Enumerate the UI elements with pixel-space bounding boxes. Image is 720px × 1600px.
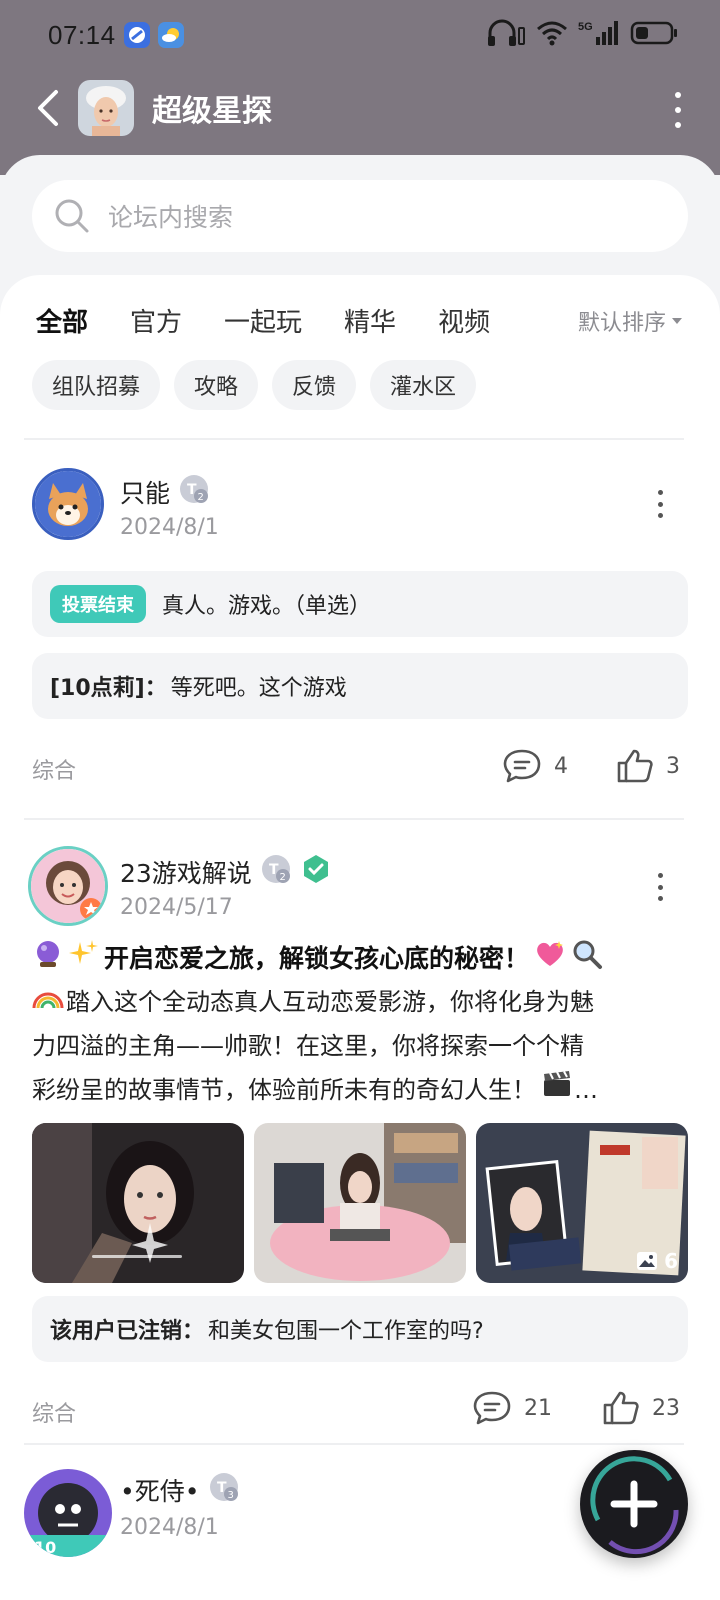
post-title[interactable]: 开启恋爱之旅，解锁女孩心底的秘密！ [32, 938, 692, 976]
svg-text:3: 3 [227, 1490, 233, 1501]
search-input[interactable]: 论坛内搜索 [32, 180, 688, 252]
tab-video[interactable]: 视频 [438, 302, 490, 339]
caret-down-icon [672, 318, 682, 324]
verified-badge-icon [300, 853, 332, 891]
reply-preview[interactable]: [10点莉]： 等死吧。这个游戏 [32, 653, 688, 719]
level-badge-icon: T3 [208, 1471, 240, 1509]
divider [24, 438, 684, 440]
thumbs-up-icon [603, 1391, 639, 1425]
level-badge-icon: T2 [178, 473, 210, 511]
crystal-ball-icon [32, 938, 64, 976]
vote-box[interactable]: 投票结束 真人。游戏。（单选） [32, 571, 688, 637]
post-category: 综合 [32, 759, 77, 784]
post-date: 2024/8/1 [120, 1515, 219, 1540]
comment-count: 4 [554, 753, 568, 779]
status-bar: 07:14 5G [48, 18, 680, 52]
level-badge-icon: T2 [260, 853, 292, 891]
status-time: 07:14 [48, 19, 116, 50]
post-body-line: 彩纷呈的故事情节，体验前所未有的奇幻人生！ [32, 1076, 536, 1104]
title-bar: 超级星探 [0, 78, 720, 138]
search-icon [55, 199, 89, 233]
reply-preview[interactable]: 该用户已注销： 和美女包围一个工作室的吗? [32, 1296, 688, 1362]
app-notification-icon [123, 22, 150, 48]
comment-icon [503, 749, 541, 783]
post-images: 6 [32, 1123, 688, 1283]
author-name[interactable]: 23游戏解说 T2 [120, 853, 332, 891]
reply-text: 等死吧。这个游戏 [170, 676, 347, 701]
battery-icon [630, 20, 680, 50]
tab-play-together[interactable]: 一起玩 [224, 302, 302, 339]
chip-guides[interactable]: 攻略 [174, 360, 259, 410]
thumbs-up-icon [617, 749, 653, 783]
content-panel: 全部 官方 一起玩 精华 视频 默认排序 组队招募 攻略 反馈 灌水区 只能 T… [0, 275, 720, 1600]
post-image[interactable] [254, 1123, 466, 1283]
post-image[interactable] [32, 1123, 244, 1283]
more-options-button[interactable] [672, 92, 684, 128]
svg-text:2: 2 [198, 492, 204, 503]
tab-official[interactable]: 官方 [130, 302, 182, 339]
author-name[interactable]: 只能 T2 [120, 473, 210, 511]
like-count: 23 [652, 1395, 680, 1421]
chip-feedback[interactable]: 反馈 [272, 360, 357, 410]
post-image[interactable]: 6 [476, 1123, 688, 1283]
author-avatar[interactable] [32, 468, 104, 540]
reply-text: 和美女包围一个工作室的吗? [208, 1319, 484, 1344]
author-name[interactable]: •死侍• T3 [120, 1471, 240, 1509]
comment-button[interactable]: 4 [502, 748, 568, 784]
vote-status-badge: 投票结束 [50, 585, 146, 623]
forum-title: 超级星探 [152, 94, 272, 129]
back-button[interactable] [18, 78, 78, 138]
sparkling-heart-icon [533, 938, 567, 976]
forum-sheet: 论坛内搜索 全部 官方 一起玩 精华 视频 默认排序 组队招募 攻略 反馈 灌水… [0, 155, 720, 1600]
post-body[interactable]: 踏入这个全动态真人互动恋爱影游，你将化身为魅 力四溢的主角——帅歌！在这里，你将… [32, 980, 692, 1112]
like-count: 3 [666, 753, 680, 779]
headphones-icon [486, 18, 526, 52]
like-button[interactable]: 3 [616, 748, 680, 784]
post-date: 2024/5/17 [120, 895, 233, 920]
comment-count: 21 [524, 1395, 552, 1421]
chip-team-recruit[interactable]: 组队招募 [32, 360, 161, 410]
divider [24, 1443, 684, 1445]
signal-5g-icon: 5G [578, 19, 620, 51]
post-date: 2024/8/1 [120, 515, 219, 540]
tab-bar: 全部 官方 一起玩 精华 视频 默认排序 [36, 295, 684, 345]
svg-text:10: 10 [34, 1538, 56, 1557]
wifi-icon [536, 20, 568, 50]
svg-text:2: 2 [279, 872, 285, 883]
divider [24, 818, 684, 820]
rainbow-icon [32, 980, 64, 1024]
gallery-icon [637, 1252, 658, 1270]
sort-dropdown[interactable]: 默认排序 [578, 305, 684, 337]
magnifier-icon [571, 938, 603, 976]
forum-avatar [78, 80, 134, 136]
author-avatar[interactable] [28, 846, 108, 926]
vote-title: 真人。游戏。（单选） [162, 594, 372, 619]
header-bar: 07:14 5G 超级星探 [0, 0, 720, 175]
reply-author: [10点莉]： [50, 676, 167, 701]
image-count-badge: 6 [636, 1249, 678, 1273]
category-chips: 组队招募 攻略 反馈 灌水区 [32, 360, 477, 410]
author-avatar[interactable]: 10 [24, 1469, 112, 1557]
weather-notification-icon [157, 22, 184, 48]
clapper-board-icon [542, 1068, 572, 1112]
post-more-button[interactable] [656, 490, 664, 518]
comment-button[interactable]: 21 [472, 1390, 552, 1426]
tab-featured[interactable]: 精华 [344, 302, 396, 339]
post-body-line: 力四溢的主角——帅歌！在这里，你将探索一个个精 [32, 1032, 584, 1060]
sparkles-icon [68, 938, 100, 976]
like-button[interactable]: 23 [602, 1390, 680, 1426]
post-more-button[interactable] [656, 873, 664, 901]
chevron-left-icon [38, 90, 58, 126]
post-category: 综合 [32, 1402, 77, 1427]
ellipsis: … [574, 1076, 598, 1104]
plus-icon [590, 1456, 679, 1555]
search-placeholder: 论坛内搜索 [108, 203, 234, 232]
svg-text:5G: 5G [578, 21, 593, 33]
chip-chat[interactable]: 灌水区 [370, 360, 477, 410]
new-post-button[interactable] [580, 1450, 688, 1558]
comment-icon [473, 1391, 511, 1425]
sort-label: 默认排序 [577, 311, 666, 336]
tab-all[interactable]: 全部 [36, 302, 88, 339]
reply-author: 该用户已注销： [50, 1319, 205, 1344]
